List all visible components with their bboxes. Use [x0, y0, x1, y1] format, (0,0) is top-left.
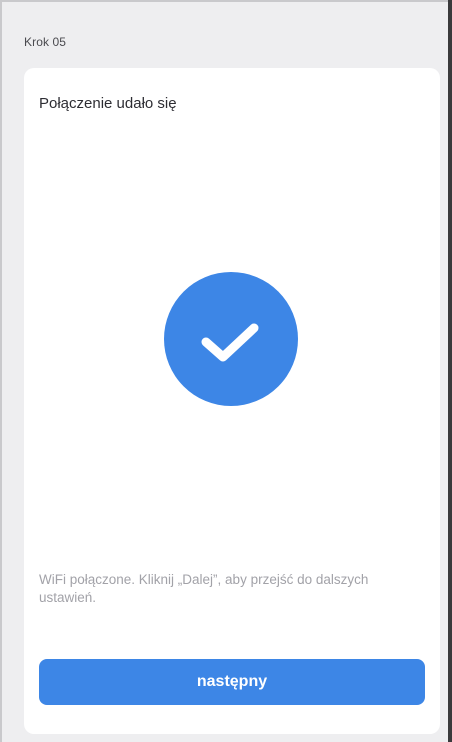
frame-border-left: [0, 0, 2, 742]
step-label: Krok 05: [24, 35, 67, 49]
page-title: Połączenie udało się: [39, 95, 177, 112]
frame-border-top: [0, 0, 452, 2]
connection-result-card: Połączenie udało się WiFi połączone. Kli…: [24, 68, 440, 734]
checkmark-icon: [201, 323, 259, 362]
checkmark-circle-icon: [164, 272, 298, 406]
connection-info-text: WiFi połączone. Kliknij „Dalej”, aby prz…: [39, 572, 369, 605]
screen-frame: Krok 05 Połączenie udało się WiFi połącz…: [0, 0, 452, 742]
frame-border-right: [448, 0, 452, 742]
next-button[interactable]: następny: [39, 659, 425, 705]
